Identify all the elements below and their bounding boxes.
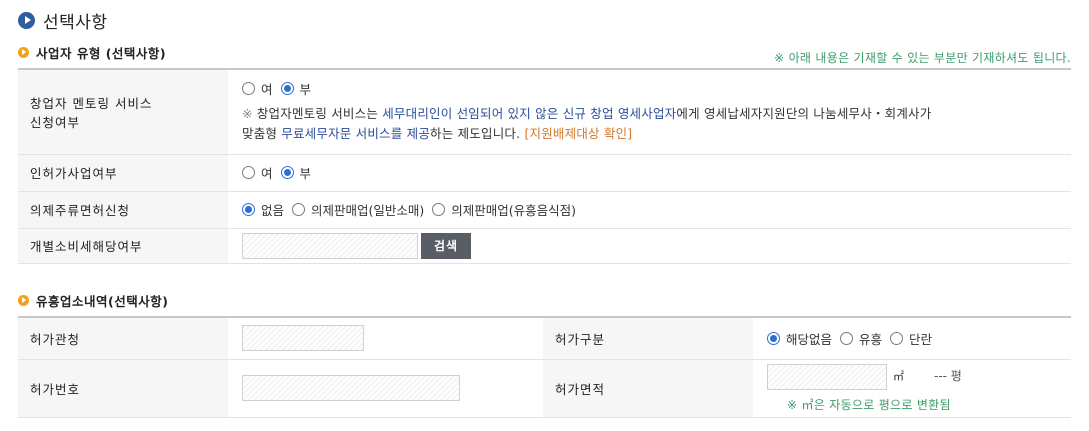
category-radio-group: 해당없음 유흥 단란 — [767, 329, 1071, 348]
radio-label: 단란 — [909, 331, 933, 347]
section-heading-business-type: 사업자 유형 (선택사항) — [18, 43, 166, 61]
label-number: 허가번호 — [18, 359, 228, 418]
radio-label: 해당없음 — [786, 331, 833, 347]
mentoring-radio-group: 여 부 — [242, 79, 1071, 98]
business-type-table: 창업자 멘토링 서비스 신청여부 여 부 ※ 창업자멘토링 서비스는 세무대리인… — [18, 68, 1071, 264]
desc-text: 에게 영세납세자지원단의 나눔세무사・회계사가 — [676, 106, 932, 122]
pyeong-value: --- 평 — [934, 369, 962, 383]
license-radio-no[interactable]: 부 — [280, 163, 312, 182]
section-heading-text: 유흥업소내역(선택사항) — [36, 293, 169, 309]
row-authority: 허가관청 허가구분 해당없음 유흥 단란 — [18, 317, 1071, 360]
row-license: 인허가사업여부 여 부 — [18, 154, 1071, 192]
page-title: 선택사항 — [18, 8, 108, 33]
row-mentoring: 창업자 멘토링 서비스 신청여부 여 부 ※ 창업자멘토링 서비스는 세무대리인… — [18, 69, 1071, 155]
search-button[interactable]: 검색 — [421, 232, 471, 259]
radio-icon — [242, 82, 255, 96]
page-title-text: 선택사항 — [43, 12, 108, 33]
section-heading-entertainment: 유흥업소내역(선택사항) — [18, 291, 168, 309]
label-area: 허가면적 — [543, 359, 753, 418]
radio-label: 없음 — [261, 203, 285, 218]
radio-label: 여 — [261, 166, 273, 181]
mentoring-radio-no[interactable]: 부 — [280, 79, 312, 98]
radio-label: 부 — [299, 166, 312, 181]
label-license: 인허가사업여부 — [18, 154, 228, 192]
category-radio-karaoke[interactable]: 단란 — [890, 329, 932, 348]
radio-label: 의제판매업(일반소매) — [311, 203, 425, 218]
value-mentoring: 여 부 ※ 창업자멘토링 서비스는 세무대리인이 선임되어 있지 않은 신규 창… — [228, 69, 1071, 155]
value-authority — [228, 317, 543, 360]
desc-text: 창업자멘토링 서비스는 — [256, 106, 383, 122]
orange-arrow-icon — [18, 294, 29, 306]
desc-highlight: 무료세무자문 서비스를 제공 — [281, 126, 431, 142]
exclusion-check-link[interactable]: [지원배제대상 확인] — [524, 126, 632, 141]
conversion-note: ※ ㎡은 자동으로 평으로 변환됨 — [787, 397, 951, 412]
radio-checked-icon — [280, 82, 294, 96]
arrow-circle-icon — [18, 11, 35, 29]
label-mentoring-line1: 창업자 멘토링 서비스 — [30, 95, 153, 111]
liquor-radio-retail[interactable]: 의제판매업(일반소매) — [292, 200, 424, 219]
row-liquor: 의제주류면허신청 없음 의제판매업(일반소매) 의제판매업(유흥음식점) — [18, 191, 1071, 229]
category-radio-entertainment[interactable]: 유흥 — [840, 329, 882, 348]
value-liquor: 없음 의제판매업(일반소매) 의제판매업(유흥음식점) — [228, 191, 1071, 229]
orange-arrow-icon — [18, 46, 29, 58]
excise-field[interactable] — [242, 232, 418, 259]
license-radio-yes[interactable]: 여 — [242, 163, 273, 182]
radio-icon — [432, 203, 446, 216]
mentoring-description: ※ 창업자멘토링 서비스는 세무대리인이 선임되어 있지 않은 신규 창업 영세… — [242, 104, 1071, 144]
radio-icon — [840, 331, 854, 345]
label-liquor: 의제주류면허신청 — [18, 191, 228, 229]
radio-label: 여 — [261, 82, 273, 98]
area-input-row: ㎡ --- 평 — [767, 363, 1071, 390]
section-heading-text: 사업자 유형 (선택사항) — [36, 45, 167, 61]
radio-icon — [890, 331, 904, 345]
radio-icon — [292, 203, 306, 216]
row-excise: 개별소비세해당여부 검색 — [18, 228, 1071, 264]
desc-highlight: 세무대리인이 선임되어 있지 않은 신규 창업 영세사업자 — [382, 106, 677, 122]
radio-icon — [242, 166, 255, 179]
value-license: 여 부 — [228, 154, 1071, 192]
desc-text: 하는 제도입니다. — [430, 126, 525, 142]
label-mentoring-line2: 신청여부 — [30, 114, 81, 130]
liquor-radio-entertainment[interactable]: 의제판매업(유흥음식점) — [432, 200, 576, 219]
liquor-radio-none[interactable]: 없음 — [242, 200, 284, 219]
label-authority: 허가관청 — [18, 317, 228, 360]
area-field[interactable] — [767, 363, 887, 390]
liquor-radio-group: 없음 의제판매업(일반소매) 의제판매업(유흥음식점) — [242, 200, 1071, 219]
desc-mark: ※ — [242, 106, 257, 122]
permit-number-field[interactable] — [242, 375, 460, 401]
value-category: 해당없음 유흥 단란 — [753, 317, 1071, 360]
label-excise: 개별소비세해당여부 — [18, 228, 228, 264]
desc-text: 맞춤형 — [242, 126, 282, 142]
entertainment-table: 허가관청 허가구분 해당없음 유흥 단란 허가번호 허가면적 ㎡ --- 평 ※ … — [18, 316, 1071, 418]
row-number: 허가번호 허가면적 ㎡ --- 평 ※ ㎡은 자동으로 평으로 변환됨 — [18, 359, 1071, 418]
radio-checked-icon — [767, 331, 780, 345]
value-excise: 검색 — [228, 228, 1071, 264]
radio-checked-icon — [280, 166, 294, 179]
license-radio-group: 여 부 — [242, 163, 1071, 182]
category-radio-none[interactable]: 해당없음 — [767, 329, 832, 348]
authority-field[interactable] — [242, 325, 364, 352]
radio-checked-icon — [242, 203, 255, 216]
radio-label: 유흥 — [859, 331, 883, 347]
value-area: ㎡ --- 평 ※ ㎡은 자동으로 평으로 변환됨 — [753, 359, 1071, 418]
radio-label: 의제판매업(유흥음식점) — [451, 203, 577, 218]
value-number — [228, 359, 543, 418]
label-mentoring: 창업자 멘토링 서비스 신청여부 — [18, 69, 228, 155]
mentoring-radio-yes[interactable]: 여 — [242, 79, 273, 98]
optional-note: ※ 아래 내용은 기재할 수 있는 부분만 기재하셔도 됩니다. — [774, 51, 1071, 65]
radio-label: 부 — [299, 82, 312, 98]
sqm-unit: ㎡ — [893, 370, 904, 383]
label-category: 허가구분 — [543, 317, 753, 360]
